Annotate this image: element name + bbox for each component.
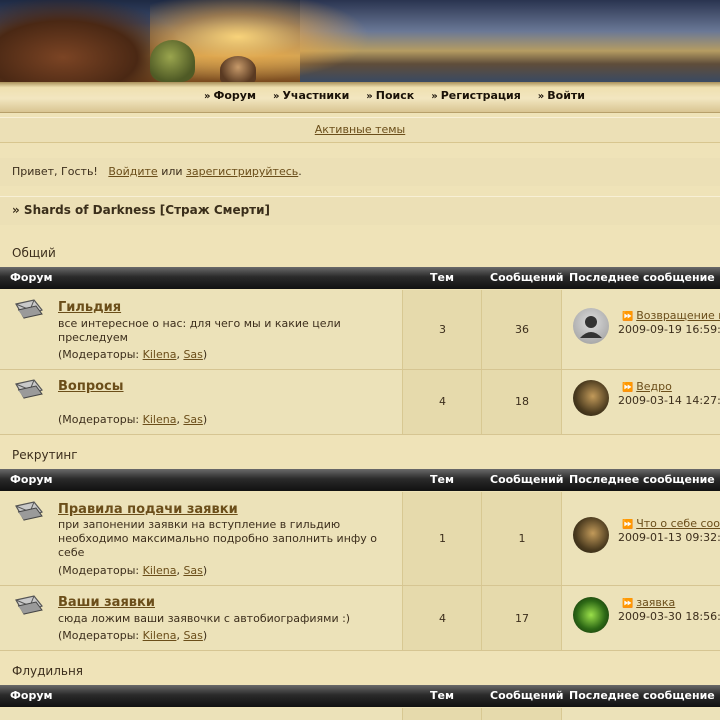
login-link[interactable]: Войдите [108,165,157,178]
go-to-post-icon: ⏩ [622,599,634,609]
double-arrow-icon: » [366,91,373,102]
topics-count: 4 [439,612,446,625]
greeting-bar: Привет, Гость! Войдите или зарегистрируй… [0,158,720,186]
last-post-date: 2009-09-19 16:59: [618,323,720,336]
last-post-date: 2009-03-14 14:27: [618,394,720,407]
last-post-link[interactable]: ⏩ Возвращение г [622,309,720,322]
nav-item-members[interactable]: » Участники [273,89,349,102]
banner-orc-art [150,40,195,82]
topics-count: 4 [439,395,446,408]
table-header: Форум Тем Сообщений Последнее сообщение [0,267,720,289]
header-topics: Тем [430,473,454,486]
moderator-link[interactable]: Sas [183,564,202,577]
posts-count: 18 [515,395,529,408]
moderator-link[interactable]: Sas [183,629,202,642]
active-topics-link[interactable]: Активные темы [315,123,406,136]
greeting-or: или [161,165,183,178]
header-forum: Форум [10,689,53,702]
header-posts: Сообщений [490,473,564,486]
double-arrow-icon: » [204,91,211,102]
go-to-post-icon: ⏩ [622,312,634,322]
nav-item-register[interactable]: » Регистрация [431,89,521,102]
moderator-link[interactable]: Kilena [143,348,177,361]
header-topics: Тем [430,689,454,702]
moderator-link[interactable]: Sas [183,348,202,361]
forum-row: Правила подачи заявки при запонении заяв… [0,492,720,586]
topics-count: 1 [439,532,446,545]
moderator-link[interactable]: Kilena [143,413,177,426]
last-post-link[interactable]: ⏩ Ведро [622,380,672,393]
table-header: Форум Тем Сообщений Последнее сообщение [0,469,720,491]
category-title[interactable]: Флудильня [12,664,83,678]
forum-description: все интересное о нас: для чего мы и каки… [58,317,341,344]
envelope-icon [15,379,43,399]
forum-row: Гильдия все интересное о нас: для чего м… [0,290,720,370]
register-link[interactable]: зарегистрируйтесь [186,165,298,178]
header-posts: Сообщений [490,689,564,702]
forum-moderators: (Модераторы: Kilena, Sas) [58,629,208,642]
header-posts: Сообщений [490,271,564,284]
avatar[interactable] [573,380,609,416]
moderator-link[interactable]: Kilena [143,564,177,577]
double-arrow-icon: » [272,91,280,102]
header-forum: Форум [10,473,53,486]
nav-item-login[interactable]: » Войти [538,89,585,102]
nav-item-search[interactable]: » Поиск [366,89,414,102]
avatar[interactable] [573,597,609,633]
double-arrow-icon: » [431,91,438,102]
posts-count: 17 [515,612,529,625]
envelope-icon [15,299,43,319]
table-header: Форум Тем Сообщений Последнее сообщение [0,685,720,707]
forum-description: при запонении заявки на вступление в гил… [58,518,378,559]
breadcrumb[interactable]: » Shards of Darkness [Страж Смерти] [0,196,720,225]
last-post-date: 2009-01-13 09:32: [618,531,720,544]
topics-count: 3 [439,323,446,336]
forum-title[interactable]: Гильдия [58,300,121,315]
banner-human-art [220,56,256,82]
avatar[interactable] [573,308,609,344]
header-last-post: Последнее сообщение [569,271,715,284]
go-to-post-icon: ⏩ [622,520,634,530]
forum-moderators: (Модераторы: Kilena, Sas) [58,348,208,361]
greeting-text: Привет, Гость! [12,165,98,178]
go-to-post-icon: ⏩ [622,383,634,393]
main-nav: » Форум » Участники » Поиск » Регистрация » В… [0,82,720,113]
moderator-link[interactable]: Kilena [143,629,177,642]
header-last-post: Последнее сообщение [569,689,715,702]
nav-item-forum[interactable]: » Форум [204,89,256,102]
posts-count: 36 [515,323,529,336]
header-last-post: Последнее сообщение [569,473,715,486]
header-topics: Тем [430,271,454,284]
last-post-link[interactable]: ⏩ заявка [622,596,675,609]
forum-row: Ваши заявки сюда ложим ваши заявочки с а… [0,586,720,651]
forum-description: сюда ложим ваши заявочки с автобиография… [58,612,351,625]
category-title[interactable]: Общий [12,246,56,260]
category-title[interactable]: Рекрутинг [12,448,78,462]
last-post-link[interactable]: ⏩ Что о себе сооб [622,517,720,530]
forum-moderators: (Модераторы: Kilena, Sas) [58,564,208,577]
forum-title[interactable]: Вопросы [58,379,124,394]
forum-title[interactable]: Ваши заявки [58,595,155,610]
avatar[interactable] [573,517,609,553]
moderator-link[interactable]: Sas [183,413,202,426]
last-post-date: 2009-03-30 18:56: [618,610,720,623]
forum-title[interactable]: Правила подачи заявки [58,502,238,517]
default-user-icon [580,316,602,338]
forum-moderators: (Модераторы: Kilena, Sas) [58,413,208,426]
double-arrow-icon: » [537,91,545,102]
forum-row [0,708,720,720]
posts-count: 1 [518,532,526,545]
greeting-suffix: . [298,165,302,178]
header-banner [0,0,720,82]
envelope-icon [15,501,43,521]
active-topics-bar: Активные темы [0,117,720,143]
envelope-icon [15,595,43,615]
forum-row: Вопросы (Модераторы: Kilena, Sas) 4 18 ⏩… [0,370,720,435]
header-forum: Форум [10,271,53,284]
